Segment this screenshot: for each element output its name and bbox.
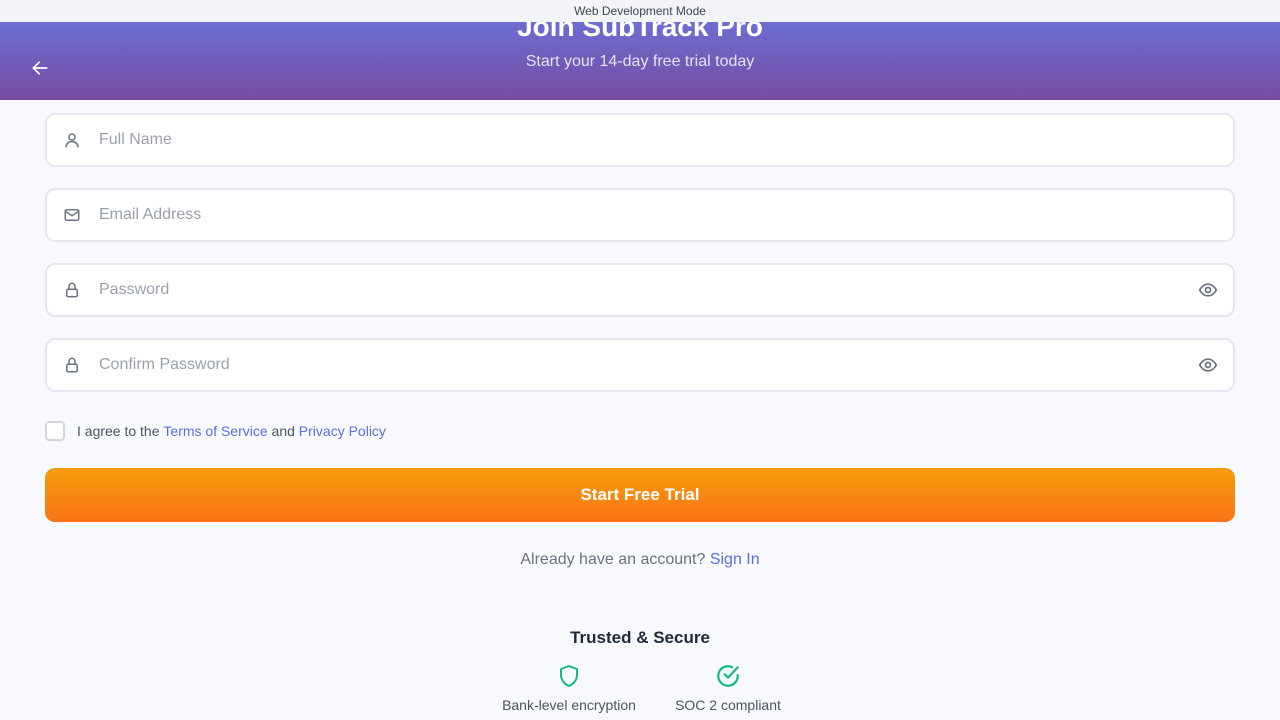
user-icon	[61, 129, 83, 151]
confirm-password-field	[45, 338, 1235, 392]
full-name-field	[45, 113, 1235, 167]
password-field	[45, 263, 1235, 317]
signin-prompt: Already have an account? Sign In	[0, 550, 1280, 570]
agree-conjunction: and	[271, 423, 295, 439]
shield-icon	[489, 662, 649, 690]
sign-in-link[interactable]: Sign In	[710, 551, 760, 568]
privacy-policy-link[interactable]: Privacy Policy	[299, 423, 386, 439]
lock-icon	[61, 279, 83, 301]
eye-icon[interactable]	[1197, 279, 1219, 301]
email-field	[45, 188, 1235, 242]
mail-icon	[61, 204, 83, 226]
check-circle-icon	[658, 662, 798, 690]
dev-mode-banner: Web Development Mode	[0, 0, 1280, 22]
back-button[interactable]	[26, 56, 54, 84]
signin-prompt-text: Already have an account?	[520, 551, 706, 568]
start-free-trial-button[interactable]: Start Free Trial	[45, 468, 1235, 522]
email-input[interactable]	[99, 190, 1179, 240]
terms-of-service-link[interactable]: Terms of Service	[163, 423, 267, 439]
terms-agreement: I agree to the Terms of Service and Priv…	[45, 420, 386, 442]
agree-prefix: I agree to the	[77, 423, 160, 439]
trust-badge-label: Bank-level encryption	[502, 697, 636, 713]
trust-badge-encryption: Bank-level encryption	[489, 662, 649, 714]
confirm-password-input[interactable]	[99, 340, 1179, 390]
arrow-left-icon	[30, 58, 50, 83]
page-subtitle: Start your 14-day free trial today	[525, 53, 755, 70]
lock-icon	[61, 354, 83, 376]
password-input[interactable]	[99, 265, 1179, 315]
terms-checkbox[interactable]	[45, 421, 65, 441]
trust-badge-label: SOC 2 compliant	[675, 697, 781, 713]
trust-title: Trusted & Secure	[570, 628, 710, 647]
full-name-input[interactable]	[99, 115, 1179, 165]
trust-badge-soc2: SOC 2 compliant	[658, 662, 798, 714]
eye-icon[interactable]	[1197, 354, 1219, 376]
